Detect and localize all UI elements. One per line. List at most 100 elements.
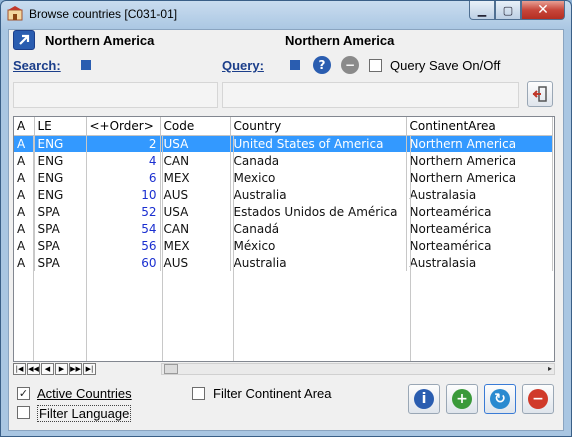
cell-country: México xyxy=(230,237,407,254)
close-button[interactable]: ✕ xyxy=(521,1,565,20)
cell-code: MEX xyxy=(160,237,231,254)
browse-countries-window: Browse countries [C031-01] ▁ ▢ ✕ Norther… xyxy=(0,0,572,437)
table-row[interactable]: A ENG 2 USA United States of America Northern… xyxy=(14,135,553,152)
cell-country: United States of America xyxy=(230,135,407,152)
refresh-button[interactable]: ↻ xyxy=(484,384,516,414)
query-save-checkbox[interactable] xyxy=(369,59,382,72)
cell-a: A xyxy=(14,152,35,169)
cell-country: Canadá xyxy=(230,220,407,237)
go-back-button[interactable] xyxy=(13,30,35,50)
center-title: Northern America xyxy=(285,33,395,48)
filter-continent-checkbox[interactable] xyxy=(192,387,205,400)
cell-code: AUS xyxy=(160,186,231,203)
cell-order: 10 xyxy=(86,186,161,203)
left-title: Northern America xyxy=(45,33,155,48)
filter-language-checkbox[interactable] xyxy=(17,406,30,419)
cell-order: 54 xyxy=(86,220,161,237)
cell-continent-area: Australasia xyxy=(406,254,553,271)
cell-le: ENG xyxy=(34,169,87,186)
table-row[interactable]: A SPA 60 AUS Australia Australasia xyxy=(14,254,553,271)
exit-door-icon xyxy=(532,86,547,102)
scroll-right-icon[interactable]: ▸ xyxy=(548,364,552,373)
cell-le: SPA xyxy=(34,203,87,220)
filter-language-label: Filter Language xyxy=(37,405,132,422)
column-header-le[interactable]: LE xyxy=(34,117,87,136)
next-record-button[interactable]: ▶ xyxy=(55,363,68,375)
cell-country: Australia xyxy=(230,186,407,203)
cell-country: Australia xyxy=(230,254,407,271)
cell-order: 4 xyxy=(86,152,161,169)
table-row[interactable]: A SPA 56 MEX México Norteamérica xyxy=(14,237,553,254)
cell-a: A xyxy=(14,186,35,203)
search-label: Search: xyxy=(13,58,61,73)
cell-a: A xyxy=(14,135,35,152)
cell-order: 2 xyxy=(86,135,161,152)
table-row[interactable]: A SPA 52 USA Estados Unidos de América Nortea… xyxy=(14,203,553,220)
delete-button[interactable]: − xyxy=(522,384,554,414)
arrow-up-right-icon xyxy=(19,34,30,45)
cell-a: A xyxy=(14,203,35,220)
query-save-label: Query Save On/Off xyxy=(390,58,501,73)
countries-table: A LE <+Order> Code Country ContinentArea… xyxy=(14,117,553,271)
info-icon: i xyxy=(414,389,434,409)
add-button[interactable]: + xyxy=(446,384,478,414)
cell-le: SPA xyxy=(34,254,87,271)
cell-le: ENG xyxy=(34,186,87,203)
cell-a: A xyxy=(14,169,35,186)
clear-query-icon[interactable]: − xyxy=(341,56,359,74)
scrollbar-thumb[interactable] xyxy=(164,364,178,374)
column-header-order[interactable]: <+Order> xyxy=(86,117,161,136)
column-header-country[interactable]: Country xyxy=(230,117,407,136)
cell-a: A xyxy=(14,254,35,271)
column-header-code[interactable]: Code xyxy=(160,117,231,136)
table-row[interactable]: A ENG 10 AUS Australia Australasia xyxy=(14,186,553,203)
horizontal-scrollbar[interactable]: ▸ xyxy=(161,363,555,375)
table-row[interactable]: A SPA 54 CAN Canadá Norteamérica xyxy=(14,220,553,237)
info-button[interactable]: i xyxy=(408,384,440,414)
cell-continent-area: Northern America xyxy=(406,135,553,152)
next-page-button[interactable]: ▶▶ xyxy=(69,363,82,375)
cell-le: ENG xyxy=(34,135,87,152)
search-input[interactable] xyxy=(13,82,218,108)
cell-country: Estados Unidos de América xyxy=(230,203,407,220)
cell-le: ENG xyxy=(34,152,87,169)
grid-header-row: A LE <+Order> Code Country ContinentArea xyxy=(14,117,553,136)
active-countries-checkbox[interactable]: ✓ xyxy=(17,387,30,400)
last-record-button[interactable]: ▶| xyxy=(83,363,96,375)
cell-code: AUS xyxy=(160,254,231,271)
cell-order: 56 xyxy=(86,237,161,254)
column-header-continent-area[interactable]: ContinentArea xyxy=(406,117,553,136)
query-toggle-icon[interactable] xyxy=(290,60,300,70)
previous-page-button[interactable]: ◀◀ xyxy=(27,363,40,375)
cell-order: 6 xyxy=(86,169,161,186)
cell-continent-area: Northern America xyxy=(406,152,553,169)
cell-continent-area: Norteamérica xyxy=(406,203,553,220)
query-input[interactable] xyxy=(222,82,519,108)
cell-country: Canada xyxy=(230,152,407,169)
filter-continent-label: Filter Continent Area xyxy=(213,386,332,401)
cell-code: CAN xyxy=(160,220,231,237)
minimize-button[interactable]: ▁ xyxy=(469,1,495,20)
cell-code: CAN xyxy=(160,152,231,169)
cell-continent-area: Australasia xyxy=(406,186,553,203)
cell-a: A xyxy=(14,237,35,254)
cell-order: 52 xyxy=(86,203,161,220)
minus-icon: − xyxy=(528,389,548,409)
previous-record-button[interactable]: ◀ xyxy=(41,363,54,375)
table-row[interactable]: A ENG 6 MEX Mexico Northern America xyxy=(14,169,553,186)
cell-le: SPA xyxy=(34,237,87,254)
title-bar[interactable]: Browse countries [C031-01] ▁ ▢ ✕ xyxy=(1,1,571,27)
first-record-button[interactable]: |◀ xyxy=(13,363,26,375)
exit-button[interactable] xyxy=(527,81,553,107)
table-row[interactable]: A ENG 4 CAN Canada Northern America xyxy=(14,152,553,169)
cell-code: USA xyxy=(160,203,231,220)
maximize-button[interactable]: ▢ xyxy=(495,1,521,20)
cell-continent-area: Norteamérica xyxy=(406,237,553,254)
search-toggle-icon[interactable] xyxy=(81,60,91,70)
cell-continent-area: Northern America xyxy=(406,169,553,186)
query-label: Query: xyxy=(222,58,264,73)
help-icon[interactable]: ? xyxy=(313,56,331,74)
countries-grid[interactable]: A LE <+Order> Code Country ContinentArea… xyxy=(13,116,555,362)
column-header-a[interactable]: A xyxy=(14,117,35,136)
cell-continent-area: Norteamérica xyxy=(406,220,553,237)
